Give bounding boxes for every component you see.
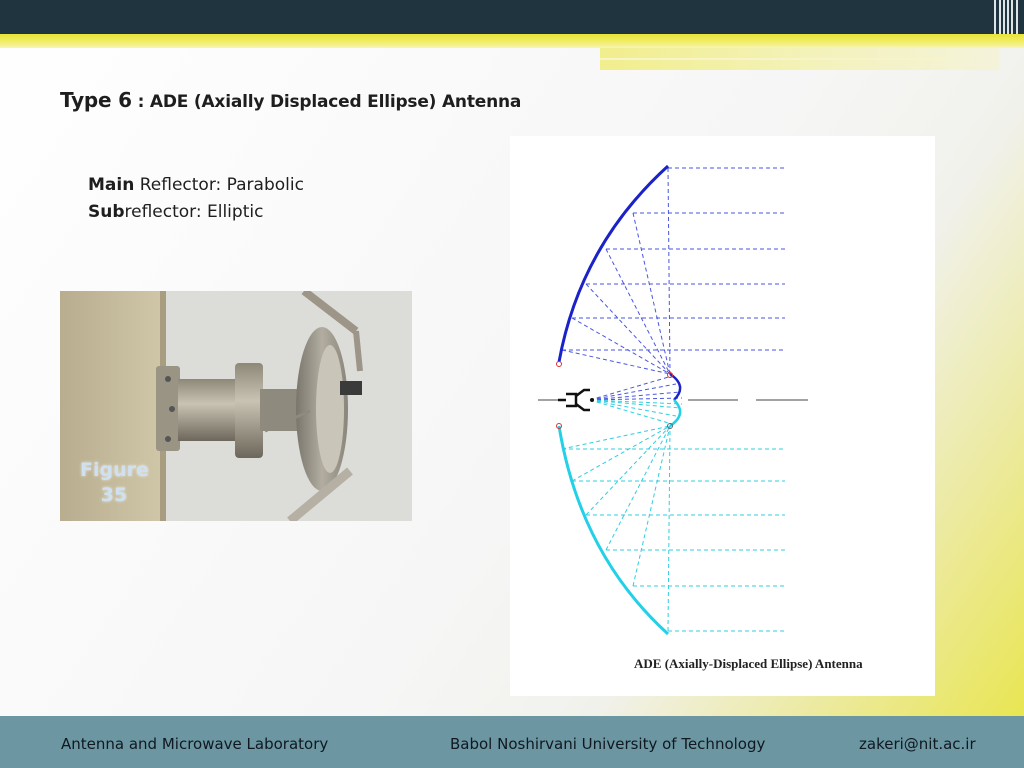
ray <box>667 425 671 632</box>
main-reflector-bold: Main <box>88 175 135 195</box>
ray <box>589 375 673 401</box>
feed-phase-center <box>590 398 594 402</box>
lower-ray-group <box>561 399 785 632</box>
main-reflector-line: Main Reflector: Parabolic <box>88 172 304 199</box>
ade-ray-diagram <box>538 164 808 636</box>
figure-word: Figure <box>80 459 149 481</box>
ray <box>605 248 671 375</box>
main-reflector-text: Reflector: Parabolic <box>134 175 304 195</box>
subreflector-text: reflector: Elliptic <box>124 202 264 222</box>
upper-ray-group <box>561 167 785 401</box>
ray <box>589 399 673 425</box>
lower-main-reflector <box>557 425 670 636</box>
slide: Type 6 : ADE (Axially Displaced Ellipse)… <box>0 0 1024 768</box>
subreflector-line: Subreflector: Elliptic <box>88 199 304 226</box>
footer-lab: Antenna and Microwave Laboratory <box>61 735 329 753</box>
footer-university: Babol Noshirvani University of Technolog… <box>450 735 766 753</box>
ade-antenna-diagram <box>510 136 935 696</box>
diagram-caption: ADE (Axially-Displaced Ellipse) Antenna <box>634 656 863 671</box>
title-rest: : ADE (Axially Displaced Ellipse) Antenn… <box>131 92 522 112</box>
accent-band <box>0 34 1024 48</box>
subreflector-bold: Sub <box>88 202 125 222</box>
upper-subreflector <box>669 372 682 401</box>
feed-horn <box>558 388 590 412</box>
ray <box>561 425 671 450</box>
footer-bar: Antenna and Microwave Laboratory Babol N… <box>0 716 1024 768</box>
ray <box>589 399 683 405</box>
ray <box>632 425 671 587</box>
ray <box>585 425 671 516</box>
reflector-description: Main Reflector: Parabolic Subreflector: … <box>88 172 304 226</box>
header-bar <box>0 0 1024 34</box>
slide-title: Type 6 : ADE (Axially Displaced Ellipse)… <box>60 88 521 112</box>
accent-line <box>600 58 950 60</box>
ray <box>589 399 677 417</box>
figure-number: 35 <box>100 484 128 506</box>
ray <box>589 397 683 401</box>
title-prefix: Type 6 <box>60 88 132 112</box>
focal-marker <box>556 361 562 367</box>
ray <box>589 383 677 401</box>
ray <box>585 283 671 375</box>
figure-label: Figure 35 <box>80 458 149 508</box>
ray <box>632 212 671 375</box>
ray <box>561 349 671 375</box>
ray <box>605 425 671 551</box>
footer-email: zakeri@nit.ac.ir <box>859 735 976 753</box>
ray <box>667 167 671 375</box>
